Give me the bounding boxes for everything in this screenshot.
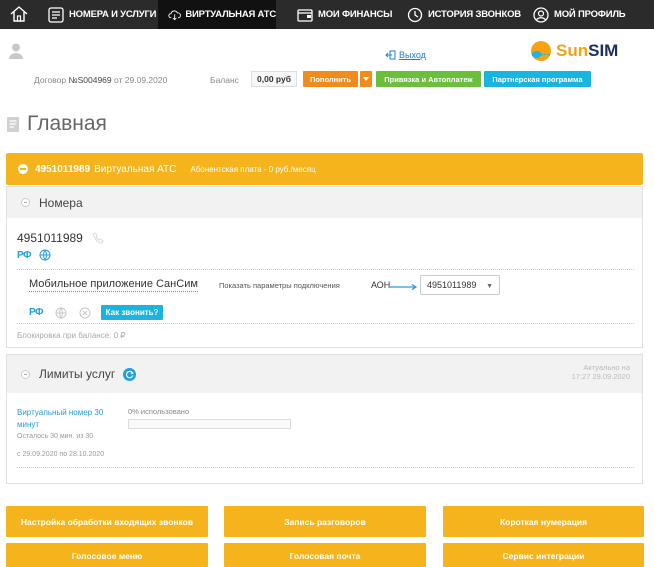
cloud-icon: [168, 10, 181, 20]
vats-number: 4951011989: [35, 163, 91, 175]
aon-select[interactable]: 4951011989 ▼: [420, 275, 500, 295]
binding-autopay-button[interactable]: Привязка и Автоплатеж: [376, 71, 481, 87]
topup-dropdown-button[interactable]: [360, 71, 372, 87]
call-recording-button[interactable]: Запись разговоров: [224, 506, 426, 537]
numbers-panel-header[interactable]: Номера: [7, 187, 642, 218]
aon-label: АОН: [371, 280, 391, 290]
vats-fee: Абонентская плата - 0 руб./месяц: [190, 164, 316, 174]
limits-panel-header[interactable]: Лимиты услуг: [7, 355, 642, 393]
home-icon[interactable]: [9, 4, 29, 24]
number-region-icons: РФ: [17, 249, 51, 261]
show-connection-params-link[interactable]: Показать параметры подключения: [219, 281, 340, 290]
partner-program-button[interactable]: Партнерская программа: [484, 71, 591, 87]
balance-value: 0,00 руб: [251, 71, 297, 87]
contract-number: №S004969: [68, 75, 112, 85]
block-threshold: Блокировка при балансе: 0 ₽: [17, 331, 126, 340]
nav-numbers-services[interactable]: НОМЕРА И УСЛУГИ: [47, 0, 156, 29]
collapse-icon[interactable]: [21, 198, 30, 207]
topup-button[interactable]: Пополнить: [303, 71, 358, 87]
logout-label: Выход: [399, 50, 426, 60]
wallet-icon: [297, 8, 313, 22]
voice-menu-button[interactable]: Голосовое меню: [6, 543, 208, 567]
incoming-calls-settings-button[interactable]: Настройка обработки входящих звонков: [6, 506, 208, 537]
limit-progress-bar: [128, 419, 291, 429]
page-title: Главная: [6, 112, 107, 136]
numbers-title: Номера: [39, 195, 83, 210]
actual-datetime: 17:27 29.09.2020: [571, 372, 630, 381]
actual-timestamp: Актуально на 17:27 29.09.2020: [572, 363, 630, 381]
page-title-text: Главная: [27, 112, 107, 135]
number-row: 4951011989: [17, 231, 104, 245]
top-navigation: НОМЕРА И УСЛУГИ ВИРТУАЛЬНАЯ АТС МОИ ФИНА…: [0, 0, 654, 29]
limit-name: Виртуальный номер 30 минут: [17, 408, 104, 429]
limits-panel: Лимиты услуг Актуально на 17:27 29.09.20…: [6, 354, 643, 484]
app-icons-row: РФ Как звонить?: [29, 305, 164, 320]
integration-service-button[interactable]: Сервис интеграции: [443, 543, 644, 567]
limit-remaining: Осталось 30 мин. из 30: [17, 433, 94, 440]
vats-title: Виртуальная АТС: [94, 163, 177, 175]
nav-label: ИСТОРИЯ ЗВОНКОВ: [428, 9, 521, 20]
virtual-ats-header[interactable]: 4951011989 Виртуальная АТС Абонентская п…: [6, 153, 643, 185]
actual-label: Актуально на: [583, 363, 630, 372]
sun-icon: [531, 41, 551, 61]
aon-selected-value: 4951011989: [427, 280, 477, 290]
nav-label: МОЙ ПРОФИЛЬ: [554, 9, 626, 20]
mobile-app-title[interactable]: Мобильное приложение СанСим: [29, 278, 198, 292]
collapse-icon[interactable]: [18, 164, 28, 174]
limits-title: Лимиты услуг: [39, 367, 116, 381]
phone-forward-icon[interactable]: [92, 232, 104, 244]
logout-link[interactable]: Выход: [385, 50, 426, 60]
divider: [17, 323, 634, 324]
limit-period: с 29.09.2020 по 28.10.2020: [17, 451, 105, 458]
numbers-panel: Номера 4951011989 РФ Мобильное приложени…: [6, 186, 643, 348]
globe-icon: [39, 249, 51, 261]
rf-badge: РФ: [17, 249, 32, 261]
nav-virtual-ats[interactable]: ВИРТУАЛЬНАЯ АТС: [158, 0, 276, 29]
short-numbering-button[interactable]: Короткая нумерация: [443, 506, 644, 537]
balance-label: Баланс: [210, 75, 239, 85]
globe-icon: [55, 307, 67, 319]
nav-my-finances[interactable]: МОИ ФИНАНСЫ: [296, 0, 392, 29]
avatar-icon: [9, 43, 23, 59]
close-icon[interactable]: [79, 307, 91, 319]
how-to-call-button[interactable]: Как звонить?: [101, 305, 164, 320]
refresh-icon[interactable]: [123, 367, 137, 381]
rf-badge: РФ: [29, 307, 44, 318]
history-icon: [407, 7, 423, 22]
contract-info: Договор №S004969 от 29.09.2020: [34, 75, 167, 85]
arrow-right-icon: [390, 284, 418, 290]
voice-mail-button[interactable]: Голосовая почта: [224, 543, 426, 567]
number-value: 4951011989: [17, 231, 83, 245]
logo-text-sim: SIM: [588, 41, 619, 60]
chevron-down-icon: ▼: [486, 283, 493, 290]
logo-text-sun: Sun: [556, 41, 589, 60]
chevron-down-icon: [363, 77, 369, 81]
logout-icon: [385, 50, 396, 60]
nav-my-profile[interactable]: МОЙ ПРОФИЛЬ: [532, 0, 626, 29]
sunsim-logo[interactable]: SunSIM: [530, 40, 618, 62]
user-icon: [533, 6, 549, 23]
divider: [17, 467, 634, 468]
contract-date: от 29.09.2020: [111, 75, 168, 85]
nav-label: МОИ ФИНАНСЫ: [318, 9, 393, 20]
list-icon: [48, 6, 64, 23]
limit-used: 0% использовано: [128, 407, 190, 416]
nav-label: НОМЕРА И УСЛУГИ: [69, 9, 157, 20]
divider: [17, 269, 634, 270]
collapse-icon[interactable]: [21, 369, 30, 379]
contract-prefix: Договор: [34, 75, 69, 85]
document-icon: [7, 116, 19, 132]
nav-label: ВИРТУАЛЬНАЯ АТС: [185, 9, 276, 20]
nav-call-history[interactable]: ИСТОРИЯ ЗВОНКОВ: [406, 0, 521, 29]
